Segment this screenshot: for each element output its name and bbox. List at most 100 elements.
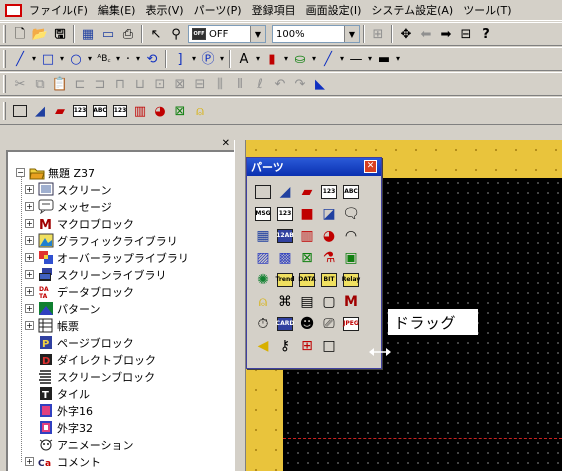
undo-icon[interactable]: ↶ bbox=[270, 74, 290, 94]
animation-part-icon[interactable]: ☻ bbox=[297, 314, 317, 334]
parts-table-icon[interactable]: 123 bbox=[110, 101, 130, 121]
numeric-part-icon[interactable]: 123 bbox=[319, 182, 339, 202]
trend-graph-part-icon[interactable]: ⊠ bbox=[297, 248, 317, 268]
tree-item-page-block[interactable]: P ページブロック bbox=[38, 334, 134, 351]
message-part-icon[interactable]: MSG bbox=[253, 204, 273, 224]
monitor-part-icon[interactable]: ⎚ bbox=[319, 314, 339, 334]
attribute-icon[interactable]: ℓ bbox=[250, 74, 270, 94]
ungroup-icon[interactable]: ⊟ bbox=[190, 74, 210, 94]
paint-tool-icon[interactable]: ⟲ bbox=[142, 49, 162, 69]
copy-icon[interactable]: ⧉ bbox=[30, 74, 50, 94]
expand-icon[interactable]: + bbox=[25, 219, 34, 228]
tree-item-screen-block[interactable]: スクリーンブロック bbox=[38, 368, 155, 385]
rectangle-tool-icon[interactable]: □ bbox=[38, 49, 58, 69]
help-icon[interactable]: ? bbox=[476, 24, 496, 44]
same-width-icon[interactable]: ⫼ bbox=[210, 74, 230, 94]
font-color-icon[interactable]: A bbox=[234, 49, 254, 69]
parts-switch-icon[interactable] bbox=[10, 101, 30, 121]
flask-part-icon[interactable]: ⚗ bbox=[319, 248, 339, 268]
key-part-icon[interactable]: ⚷ bbox=[275, 336, 295, 356]
circle-tool-icon[interactable]: ○ bbox=[66, 49, 86, 69]
tree-item-screen[interactable]: + スクリーン bbox=[25, 181, 111, 198]
document-part-icon[interactable]: ▤ bbox=[297, 292, 317, 312]
pattern-circle-icon[interactable]: Ⓟ bbox=[198, 49, 218, 69]
save-icon[interactable]: 🖫 bbox=[50, 24, 70, 44]
tree-item-external-char-16[interactable]: 外字16 bbox=[38, 402, 93, 419]
toolbar-grip[interactable] bbox=[3, 75, 6, 93]
chevron-down-icon[interactable]: ▼ bbox=[344, 26, 359, 42]
calculator-part-icon[interactable]: ▦ bbox=[253, 226, 273, 246]
tree-item-graphic-library[interactable]: + グラフィックライブラリ bbox=[25, 232, 178, 249]
panel-splitter[interactable] bbox=[234, 140, 246, 471]
tree-item-external-char-32[interactable]: 外字32 bbox=[38, 419, 93, 436]
expand-icon[interactable]: + bbox=[25, 321, 34, 330]
forward-arrow-icon[interactable]: ➡ bbox=[436, 24, 456, 44]
toolbar-grip[interactable] bbox=[3, 25, 6, 43]
pie-part-icon[interactable]: ◕ bbox=[319, 226, 339, 246]
fill-pattern-icon[interactable]: ▬ bbox=[374, 49, 394, 69]
dropdown-arrow-icon[interactable]: ▾ bbox=[310, 49, 318, 69]
layout-grid-icon[interactable]: ▦ bbox=[78, 24, 98, 44]
dropdown-arrow-icon[interactable]: ▾ bbox=[254, 49, 262, 69]
calendar-part-icon[interactable]: ⌘ bbox=[275, 292, 295, 312]
tree-item-comment[interactable]: + Ca コメント bbox=[25, 453, 101, 470]
menu-edit[interactable]: 編集(E) bbox=[93, 2, 141, 18]
parts-trend-icon[interactable]: ⊠ bbox=[170, 101, 190, 121]
align-right-icon[interactable]: ⊐ bbox=[90, 74, 110, 94]
bar-graph-part-icon[interactable]: ▥ bbox=[297, 226, 317, 246]
comment-part-icon[interactable]: ◪ bbox=[319, 204, 339, 224]
zoom-combo[interactable]: 100% ▼ bbox=[272, 25, 360, 43]
dropdown-arrow-icon[interactable]: ▾ bbox=[282, 49, 290, 69]
macro-part-icon[interactable]: M bbox=[341, 292, 361, 312]
sound-part-icon[interactable]: ◀ bbox=[253, 336, 273, 356]
relay-part-icon[interactable]: Relay bbox=[341, 270, 361, 290]
menu-tools[interactable]: ツール(T) bbox=[458, 2, 516, 18]
fill-bucket-icon[interactable]: ◣ bbox=[310, 74, 330, 94]
group-icon[interactable]: ⊠ bbox=[170, 74, 190, 94]
align-bottom-icon[interactable]: ⊔ bbox=[130, 74, 150, 94]
tree-item-data-block[interactable]: + DA TA データブロック bbox=[25, 283, 134, 300]
ladder-part-icon[interactable]: ⊞ bbox=[297, 336, 317, 356]
tree-item-direct-block[interactable]: D ダイレクトブロック bbox=[38, 351, 156, 368]
picture-part-icon[interactable]: ▣ bbox=[341, 248, 361, 268]
switch-part-icon[interactable] bbox=[253, 182, 273, 202]
parts-pie-icon[interactable]: ◕ bbox=[150, 101, 170, 121]
new-file-icon[interactable]: 🗋 bbox=[10, 24, 30, 44]
line-color-icon[interactable]: ▮ bbox=[262, 49, 282, 69]
back-arrow-icon[interactable]: ⬅ bbox=[416, 24, 436, 44]
text-tool-icon[interactable]: ᴬB꜀ bbox=[94, 49, 114, 69]
collapse-icon[interactable]: − bbox=[16, 168, 25, 177]
data-sheet-part-icon[interactable]: DATA bbox=[297, 270, 317, 290]
select-tool-icon[interactable]: ↖ bbox=[146, 24, 166, 44]
fill-color-icon[interactable]: ⛀ bbox=[290, 49, 310, 69]
close-icon[interactable]: ✕ bbox=[222, 138, 230, 149]
balloon-part-icon[interactable]: 🗨 bbox=[341, 204, 361, 224]
expand-icon[interactable]: + bbox=[25, 270, 34, 279]
zoom-tool-icon[interactable]: ⚲ bbox=[166, 24, 186, 44]
grid-snap-icon[interactable]: ⊞ bbox=[368, 24, 388, 44]
cut-icon[interactable]: ✂ bbox=[10, 74, 30, 94]
overlap-part-icon[interactable]: ▩ bbox=[275, 248, 295, 268]
print-icon[interactable]: ⎙ bbox=[118, 24, 138, 44]
tree-item-screen-library[interactable]: + スクリーンライブラリ bbox=[25, 266, 166, 283]
dropdown-arrow-icon[interactable]: ▾ bbox=[86, 49, 94, 69]
dropdown-arrow-icon[interactable]: ▾ bbox=[394, 49, 402, 69]
bitmap-combo[interactable]: OFF OFF ▼ bbox=[188, 25, 266, 43]
graphic-part-icon[interactable]: ▨ bbox=[253, 248, 273, 268]
close-icon[interactable]: ✕ bbox=[364, 160, 377, 173]
menu-parts[interactable]: パーツ(P) bbox=[189, 2, 247, 18]
dropdown-arrow-icon[interactable]: ▾ bbox=[114, 49, 122, 69]
align-left-icon[interactable]: ⊏ bbox=[70, 74, 90, 94]
tree-item-animation[interactable]: アニメーション bbox=[38, 436, 134, 453]
card-part-icon[interactable]: CARD bbox=[275, 314, 295, 334]
dropdown-arrow-icon[interactable]: ▾ bbox=[366, 49, 374, 69]
menu-screen-settings[interactable]: 画面設定(I) bbox=[301, 2, 367, 18]
trend-sampling-part-icon[interactable]: Trend bbox=[275, 270, 295, 290]
keypad-part-icon[interactable]: 12AB bbox=[275, 226, 295, 246]
parts-bell-icon[interactable]: ⍝ bbox=[190, 101, 210, 121]
blank-frame-part-icon[interactable]: □ bbox=[319, 336, 339, 356]
expand-icon[interactable]: + bbox=[25, 236, 34, 245]
char-part-icon[interactable]: ABC bbox=[341, 182, 361, 202]
parts-lamp-icon[interactable]: ◢ bbox=[30, 101, 50, 121]
sparkle-part-icon[interactable]: ✺ bbox=[253, 270, 273, 290]
